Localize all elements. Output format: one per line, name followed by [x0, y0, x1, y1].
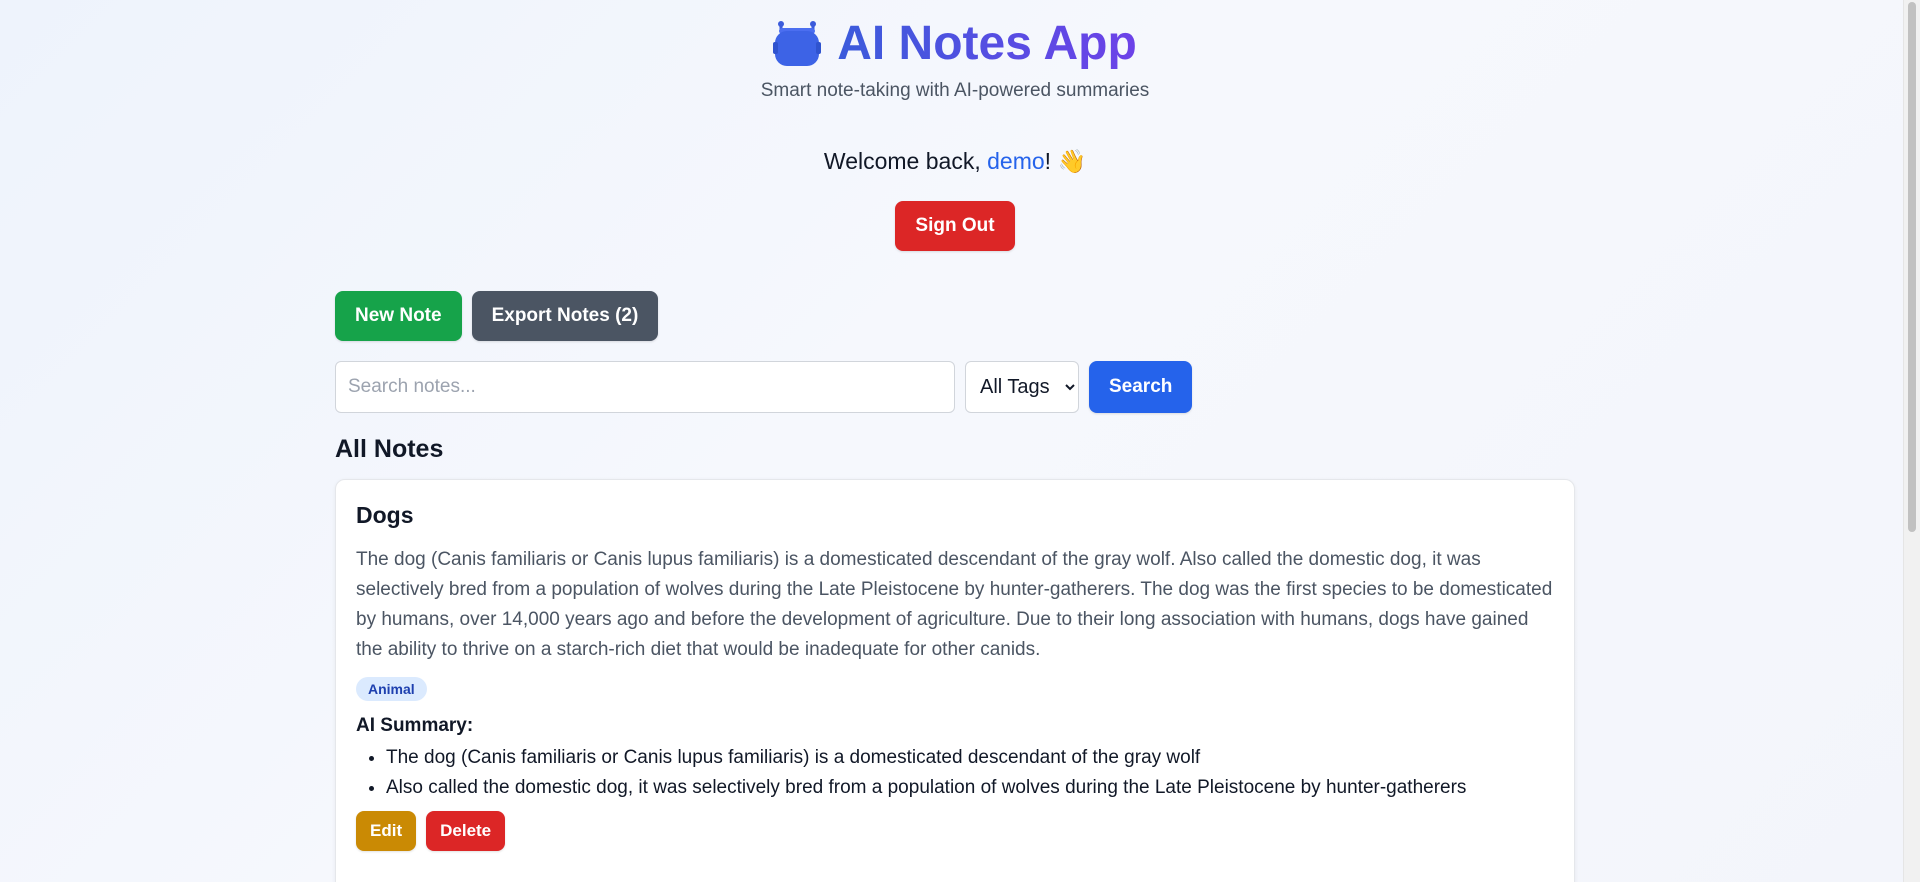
- robot-icon: [773, 20, 822, 68]
- page: AI Notes App Smart note-taking with AI-p…: [0, 0, 1904, 882]
- new-note-button[interactable]: New Note: [335, 291, 462, 341]
- search-input[interactable]: [335, 361, 955, 413]
- summary-item: Also called the domestic dog, it was sel…: [386, 773, 1554, 803]
- summary-item: The dog (Canis familiaris or Canis lupus…: [386, 743, 1554, 773]
- app-header: AI Notes App Smart note-taking with AI-p…: [0, 14, 1904, 102]
- main-content: New Note Export Notes (2) All Tags Searc…: [335, 291, 1575, 882]
- welcome-message: Welcome back, demo! 👋: [0, 148, 1904, 175]
- welcome-suffix: !: [1044, 148, 1058, 174]
- waving-hand-icon: 👋: [1057, 148, 1087, 174]
- username: demo: [987, 148, 1045, 174]
- note-actions: Edit Delete: [356, 811, 1554, 851]
- signout-wrap: Sign Out: [0, 201, 1904, 251]
- toolbar: New Note Export Notes (2): [335, 291, 1575, 341]
- note-title: Dogs: [356, 502, 414, 528]
- scrollbar-thumb[interactable]: [1908, 2, 1916, 532]
- page-scrollbar[interactable]: [1903, 0, 1920, 882]
- sign-out-button[interactable]: Sign Out: [895, 201, 1015, 251]
- search-button[interactable]: Search: [1089, 361, 1193, 413]
- tag-badge[interactable]: Animal: [356, 677, 427, 701]
- note-card: Dogs The dog (Canis familiaris or Canis …: [335, 479, 1575, 882]
- edit-note-button[interactable]: Edit: [356, 811, 417, 851]
- app-subtitle: Smart note-taking with AI-powered summar…: [760, 80, 1150, 101]
- search-bar: All Tags Search: [335, 361, 1575, 413]
- title-row: AI Notes App: [773, 14, 1137, 74]
- app-title: AI Notes App: [837, 14, 1137, 74]
- delete-note-button[interactable]: Delete: [426, 811, 506, 851]
- notes-section-title: All Notes: [335, 435, 444, 463]
- ai-summary-heading: AI Summary:: [356, 715, 474, 736]
- tag-filter-select[interactable]: All Tags: [965, 361, 1079, 413]
- ai-summary-list: The dog (Canis familiaris or Canis lupus…: [356, 743, 1554, 803]
- export-notes-button[interactable]: Export Notes (2): [471, 291, 659, 341]
- welcome-prefix: Welcome back,: [823, 148, 988, 174]
- note-body: The dog (Canis familiaris or Canis lupus…: [356, 549, 1553, 660]
